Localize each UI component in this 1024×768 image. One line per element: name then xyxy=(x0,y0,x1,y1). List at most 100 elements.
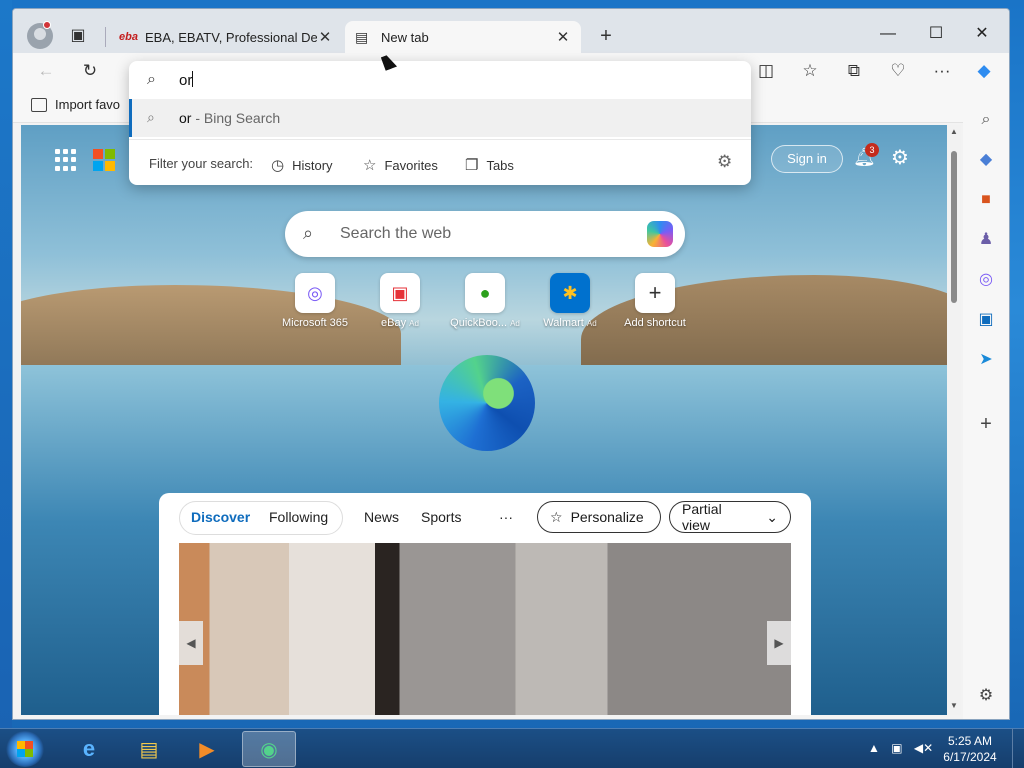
volume-muted-icon[interactable]: ◀✕ xyxy=(914,741,933,755)
games-icon[interactable]: ♟ xyxy=(975,229,997,251)
address-bar-dropdown: ⌕ or ⌕ or - Bing Search Filter your sear… xyxy=(129,61,751,185)
quickbooks-icon: ● xyxy=(465,273,505,313)
collections-icon[interactable]: ⧉ xyxy=(841,59,867,83)
scroll-thumb[interactable] xyxy=(951,151,957,303)
tray-chevron-icon[interactable]: ▲ xyxy=(868,741,880,755)
carousel-prev-icon[interactable]: ◀ xyxy=(179,621,203,665)
search-icon[interactable]: ⌕ xyxy=(975,109,997,131)
tab-strip: ▣ eba EBA, EBATV, Professional Develop ✕… xyxy=(13,9,1009,53)
minimize-icon[interactable]: — xyxy=(873,23,903,45)
page-scrollbar[interactable]: ▲ ▼ xyxy=(947,125,961,715)
taskbar: e ▤ ▶ ◉ ▲ ▣ ◀✕ 5:25 AM 6/17/2024 xyxy=(0,728,1024,768)
ebay-bag-icon: ▣ xyxy=(380,273,420,313)
microsoft365-icon[interactable]: ◎ xyxy=(975,269,997,291)
shortcut-microsoft365[interactable]: ◎ Microsoft 365 xyxy=(275,273,355,329)
shortcut-label: QuickBoo... xyxy=(450,317,507,329)
page-settings-icon[interactable]: ⚙ xyxy=(891,145,915,169)
search-placeholder: Search the web xyxy=(340,225,452,242)
desktop-background xyxy=(0,0,12,728)
feed-more-icon[interactable]: ··· xyxy=(499,509,513,525)
import-favorites-button[interactable]: Import favo xyxy=(31,97,120,112)
edge-taskbar-icon[interactable]: ◉ xyxy=(242,731,296,767)
feed-tab-sports[interactable]: Sports xyxy=(421,509,461,525)
add-shortcut-button[interactable]: + Add shortcut xyxy=(615,273,695,329)
shopping-tag-icon[interactable]: ◆ xyxy=(975,149,997,171)
back-icon[interactable]: ← xyxy=(33,59,59,83)
close-window-icon[interactable]: ✕ xyxy=(967,23,997,45)
tab-new-tab[interactable]: ▤ New tab ✕ xyxy=(345,21,581,53)
media-player-icon[interactable]: ▶ xyxy=(180,731,234,767)
internet-explorer-icon[interactable]: e xyxy=(62,731,116,767)
ad-badge: Ad xyxy=(510,319,520,328)
sidebar-settings-icon[interactable]: ⚙ xyxy=(975,685,997,707)
suggestion-row[interactable]: ⌕ or - Bing Search xyxy=(129,99,751,137)
address-input[interactable]: ⌕ or xyxy=(129,61,751,99)
shortcut-walmart[interactable]: ✱ Walmart Ad xyxy=(530,273,610,329)
edge-logo-icon xyxy=(439,355,535,451)
outlook-icon[interactable]: ▣ xyxy=(975,309,997,331)
browser-essentials-icon[interactable]: ♡ xyxy=(885,59,911,83)
system-tray: ▲ ▣ ◀✕ xyxy=(868,741,933,755)
scroll-down-icon[interactable]: ▼ xyxy=(949,701,959,710)
carousel-next-icon[interactable]: ▶ xyxy=(767,621,791,665)
edge-window: ▣ eba EBA, EBATV, Professional Develop ✕… xyxy=(12,8,1010,720)
more-menu-icon[interactable]: ··· xyxy=(929,59,955,83)
tools-briefcase-icon[interactable]: ■ xyxy=(975,189,997,211)
filter-tabs[interactable]: ❐ Tabs xyxy=(465,156,514,174)
show-desktop-button[interactable] xyxy=(1012,729,1024,768)
filter-history[interactable]: ◷ History xyxy=(271,156,333,174)
start-button[interactable] xyxy=(6,731,44,767)
personalize-label: Personalize xyxy=(570,509,644,525)
filter-tabs-label: Tabs xyxy=(486,157,514,173)
filter-favorites-label: Favorites xyxy=(384,157,438,173)
close-tab-icon[interactable]: ✕ xyxy=(555,28,571,46)
chevron-down-icon: ⌄ xyxy=(766,508,778,525)
filter-favorites[interactable]: ☆ Favorites xyxy=(363,156,438,174)
import-icon xyxy=(31,97,47,112)
network-icon[interactable]: ▣ xyxy=(891,741,902,755)
shortcut-quickbooks[interactable]: ● QuickBoo... Ad xyxy=(445,273,525,329)
tab-title: New tab xyxy=(381,29,429,45)
send-icon[interactable]: ➤ xyxy=(975,349,997,371)
search-filters: Filter your search: ◷ History ☆ Favorites … xyxy=(129,139,751,185)
close-tab-icon[interactable]: ✕ xyxy=(317,28,333,46)
feed-tab-news[interactable]: News xyxy=(364,509,399,525)
tab-separator xyxy=(105,27,106,47)
suggestion-suffix: - Bing Search xyxy=(191,110,281,126)
sign-in-button[interactable]: Sign in xyxy=(771,145,843,173)
file-explorer-icon[interactable]: ▤ xyxy=(122,731,176,767)
web-search-box[interactable]: ⌕ Search the web xyxy=(285,211,685,257)
feed-tab-following[interactable]: Following xyxy=(269,509,328,525)
sparkle-icon: ☆ xyxy=(550,508,563,525)
clock[interactable]: 5:25 AM 6/17/2024 xyxy=(938,733,1002,765)
tab-eba[interactable]: eba EBA, EBATV, Professional Develop ✕ xyxy=(109,21,343,53)
favorites-icon[interactable]: ☆ xyxy=(797,59,823,83)
shortcut-ebay[interactable]: ▣ eBay Ad xyxy=(360,273,440,329)
feed-hero-image[interactable] xyxy=(179,543,791,715)
clock-time: 5:25 AM xyxy=(947,734,993,748)
tab-actions-icon[interactable]: ▣ xyxy=(67,25,89,47)
view-label: Partial view xyxy=(682,501,722,533)
tabs-icon: ❐ xyxy=(465,157,479,174)
search-icon: ⌕ xyxy=(303,223,314,243)
search-settings-icon[interactable]: ⚙ xyxy=(717,152,732,172)
shortcut-label: Microsoft 365 xyxy=(281,317,349,329)
new-tab-plus-icon[interactable]: + xyxy=(595,25,617,49)
copilot-icon[interactable] xyxy=(647,221,673,247)
add-sidebar-app-icon[interactable]: + xyxy=(975,413,997,435)
scroll-up-icon[interactable]: ▲ xyxy=(949,127,959,136)
split-screen-icon[interactable]: ◫ xyxy=(753,59,779,83)
suggestion-term: or xyxy=(179,110,192,126)
app-launcher-icon[interactable] xyxy=(55,149,77,171)
microsoft-logo-icon xyxy=(93,149,115,171)
newtab-icon: ▤ xyxy=(355,28,369,45)
refresh-icon[interactable]: ↻ xyxy=(77,59,103,83)
view-select[interactable]: Partial view ⌄ xyxy=(669,501,791,533)
maximize-icon[interactable]: ☐ xyxy=(921,23,951,45)
personalize-button[interactable]: ☆ Personalize xyxy=(537,501,661,533)
ad-badge: Ad xyxy=(409,319,419,328)
feed-tab-discover[interactable]: Discover xyxy=(191,509,250,525)
shortcut-label: Add shortcut xyxy=(624,317,686,329)
sidebar: ⌕ ◆ ■ ♟ ◎ ▣ ➤ + ⚙ xyxy=(963,89,1009,719)
copilot-icon[interactable]: ◆ xyxy=(971,59,997,83)
